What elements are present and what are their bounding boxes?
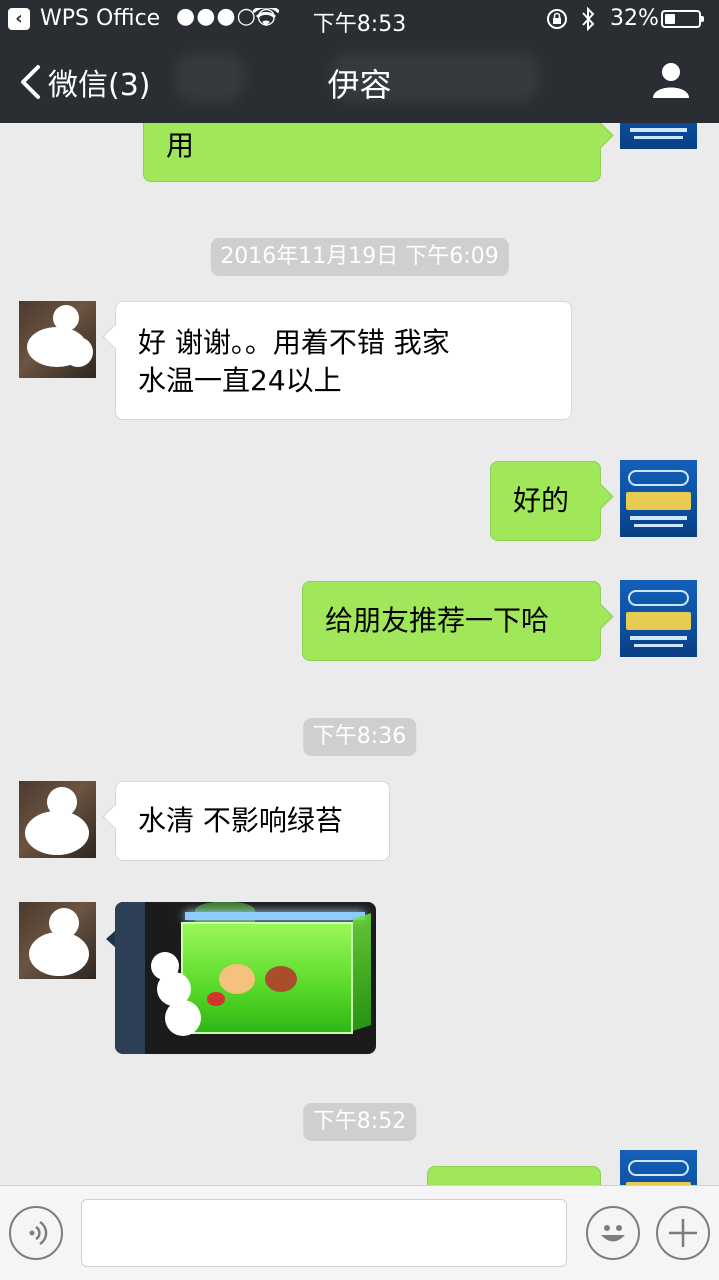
battery-percent: 32% <box>610 6 659 31</box>
my-avatar[interactable] <box>620 460 697 537</box>
person-icon[interactable] <box>651 60 691 100</box>
battery-icon <box>661 10 704 28</box>
message-bubble-mine[interactable]: 给朋友推荐一下哈 <box>302 581 601 661</box>
timestamp-chip: 下午8:36 <box>302 718 417 756</box>
message-text-line: 水温一直24以上 <box>138 364 342 397</box>
rotation-lock-icon <box>547 9 567 29</box>
message-text-line: 好 谢谢。。用着不错 我家 <box>138 326 450 359</box>
message-text: 用 <box>166 129 195 162</box>
top-bar: ‹ WPS Office ●●●○○ 下午8:53 32% 微信(3) 伊容 <box>0 0 719 123</box>
chat-area[interactable]: 用 2016年11月19日 下午6:09 好 谢谢。。用着不错 我家 水温一直2… <box>0 0 719 1185</box>
message-input[interactable] <box>81 1199 567 1267</box>
timestamp-chip: 2016年11月19日 下午6:09 <box>210 238 509 276</box>
message-text: 水清 不影响绿苔 <box>138 804 343 837</box>
voice-icon <box>29 1220 48 1246</box>
emoji-icon <box>601 1225 625 1242</box>
friend-avatar[interactable] <box>19 902 96 979</box>
message-bubble-friend[interactable]: 好 谢谢。。用着不错 我家 水温一直24以上 <box>115 301 572 420</box>
input-bar <box>0 1185 719 1280</box>
my-avatar[interactable] <box>620 1150 697 1185</box>
bluetooth-icon <box>582 6 595 32</box>
emoji-button[interactable] <box>586 1206 640 1260</box>
more-button[interactable] <box>656 1206 710 1260</box>
message-text: 给朋友推荐一下哈 <box>325 604 550 637</box>
nav-bar: 微信(3) 伊容 <box>0 40 719 123</box>
message-text: 好的 <box>513 484 570 517</box>
message-bubble-friend[interactable]: 水清 不影响绿苔 <box>115 781 390 861</box>
friend-avatar[interactable] <box>19 301 96 378</box>
message-bubble-mine[interactable] <box>427 1166 601 1185</box>
my-avatar[interactable] <box>620 580 697 657</box>
status-bar: ‹ WPS Office ●●●○○ 下午8:53 32% <box>0 0 719 40</box>
voice-button[interactable] <box>9 1206 63 1260</box>
blurred-name <box>330 52 540 102</box>
aquarium-photo[interactable] <box>115 902 376 1054</box>
plus-icon <box>669 1219 697 1247</box>
friend-avatar[interactable] <box>19 781 96 858</box>
message-bubble-mine[interactable]: 好的 <box>490 461 601 541</box>
timestamp-chip: 下午8:52 <box>302 1103 417 1141</box>
